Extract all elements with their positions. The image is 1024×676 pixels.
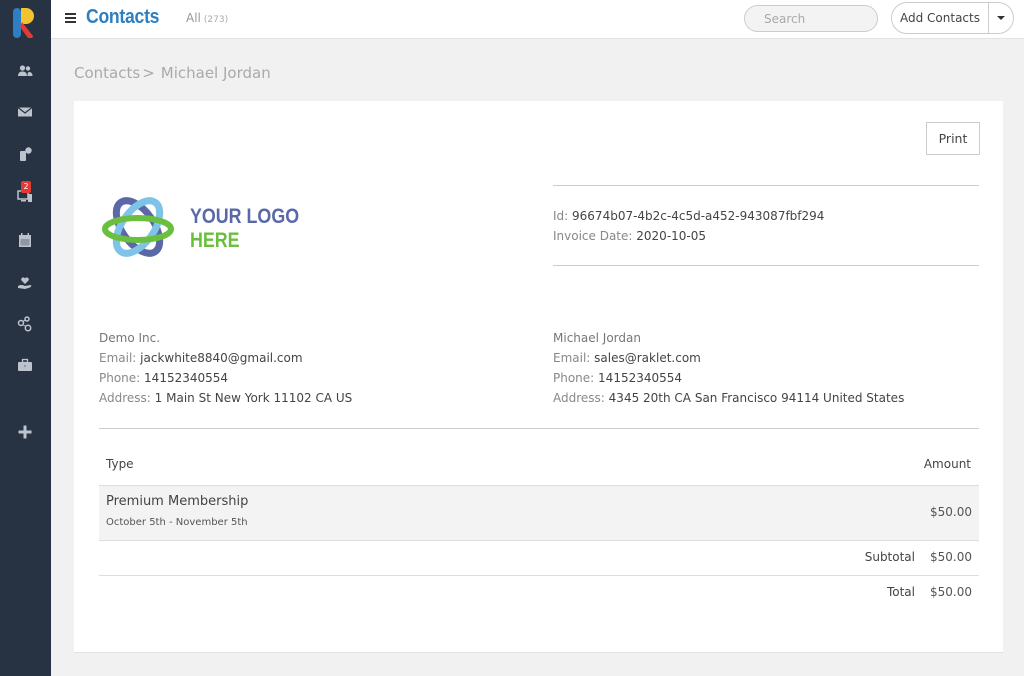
logo-line-1: YOUR LOGO bbox=[190, 205, 300, 228]
to-phone: 14152340554 bbox=[598, 371, 683, 385]
from-name: Demo Inc. bbox=[99, 331, 161, 345]
breadcrumb-separator: > bbox=[142, 64, 155, 82]
to-party: Michael Jordan Email: sales@raklet.com P… bbox=[553, 328, 904, 408]
column-header-amount: Amount bbox=[923, 457, 971, 471]
divider bbox=[553, 265, 979, 266]
subtotal-value: $50.00 bbox=[930, 550, 972, 564]
invoice-date: 2020-10-05 bbox=[636, 229, 707, 243]
address-label: Address: bbox=[99, 391, 151, 405]
invoice-meta: Id: 96674b07-4b2c-4c5d-a452-943087fbf294… bbox=[553, 206, 824, 246]
phone-label: Phone: bbox=[99, 371, 141, 385]
to-name: Michael Jordan bbox=[553, 331, 641, 345]
subtotal-row: Subtotal $50.00 bbox=[99, 541, 979, 576]
add-contacts-button[interactable]: Add Contacts bbox=[892, 3, 989, 33]
total-label: Total bbox=[886, 585, 915, 599]
contacts-icon[interactable] bbox=[13, 61, 37, 81]
item-period: October 5th - November 5th bbox=[106, 517, 248, 528]
sidebar: 2 bbox=[0, 0, 51, 676]
date-label: Invoice Date: bbox=[553, 229, 633, 243]
sms-icon[interactable] bbox=[13, 144, 37, 164]
page-title: Contacts bbox=[86, 6, 160, 28]
email-label: Email: bbox=[553, 351, 591, 365]
notification-badge: 2 bbox=[21, 181, 31, 193]
phone-label: Phone: bbox=[553, 371, 595, 385]
company-logo-icon bbox=[102, 197, 174, 257]
email-label: Email: bbox=[99, 351, 137, 365]
add-contacts-group: Add Contacts bbox=[891, 2, 1014, 34]
to-address: 4345 20th CA San Francisco 94114 United … bbox=[608, 391, 905, 405]
from-party: Demo Inc. Email: jackwhite8840@gmail.com… bbox=[99, 328, 352, 408]
total-row: Total $50.00 bbox=[99, 576, 979, 611]
to-email: sales@raklet.com bbox=[594, 351, 701, 365]
logo-placeholder-text: YOUR LOGO HERE bbox=[190, 205, 299, 253]
briefcase-icon[interactable] bbox=[13, 355, 37, 375]
divider bbox=[553, 185, 979, 186]
item-name: Premium Membership bbox=[106, 494, 249, 509]
logo-line-2: HERE bbox=[190, 229, 240, 252]
filter-label: All bbox=[186, 11, 201, 25]
from-phone: 14152340554 bbox=[144, 371, 229, 385]
search-input[interactable] bbox=[744, 5, 878, 32]
menu-icon[interactable] bbox=[65, 13, 76, 23]
address-label: Address: bbox=[553, 391, 605, 405]
breadcrumb: Contacts > Michael Jordan bbox=[74, 64, 271, 82]
id-label: Id: bbox=[553, 209, 569, 223]
donation-icon[interactable] bbox=[13, 273, 37, 293]
network-icon[interactable] bbox=[13, 314, 37, 334]
caret-down-icon bbox=[997, 16, 1005, 20]
divider bbox=[99, 428, 979, 429]
calendar-icon[interactable] bbox=[13, 230, 37, 250]
mail-icon[interactable] bbox=[13, 102, 37, 122]
breadcrumb-contacts[interactable]: Contacts bbox=[74, 64, 140, 82]
filter-all[interactable]: All (273) bbox=[186, 11, 228, 25]
from-email: jackwhite8840@gmail.com bbox=[140, 351, 303, 365]
breadcrumb-current: Michael Jordan bbox=[160, 64, 271, 82]
from-address: 1 Main St New York 11102 CA US bbox=[154, 391, 353, 405]
invoice-id: 96674b07-4b2c-4c5d-a452-943087fbf294 bbox=[572, 209, 825, 223]
app-logo[interactable] bbox=[13, 8, 37, 38]
add-contacts-dropdown[interactable] bbox=[989, 3, 1013, 33]
total-value: $50.00 bbox=[930, 585, 972, 599]
subtotal-label: Subtotal bbox=[864, 550, 915, 564]
table-row: Premium Membership October 5th - Novembe… bbox=[99, 485, 979, 541]
invoice-card: Print YOUR LOGO HERE Id: 96674b07-4b2c-4… bbox=[74, 101, 1003, 653]
filter-count: (273) bbox=[203, 15, 229, 25]
topbar: Contacts All(273) Add Contacts bbox=[51, 0, 1024, 39]
item-amount: $50.00 bbox=[930, 505, 972, 519]
plus-icon[interactable] bbox=[13, 422, 37, 442]
column-header-type: Type bbox=[106, 457, 134, 471]
print-button[interactable]: Print bbox=[926, 122, 980, 155]
